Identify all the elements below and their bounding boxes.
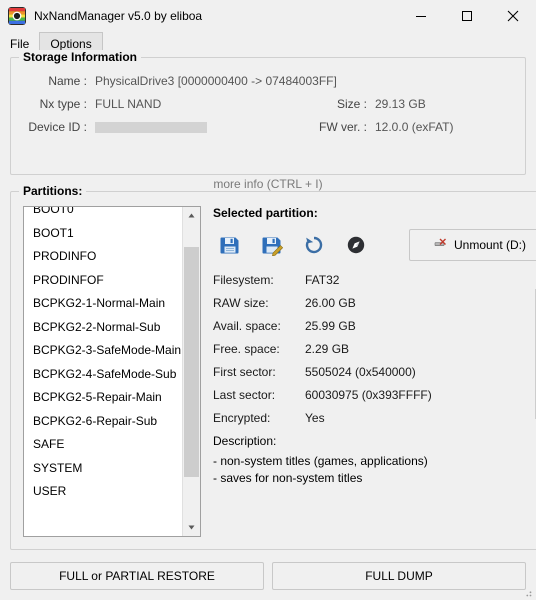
detail-value: 60030975 (0x393FFFF) bbox=[305, 388, 432, 402]
list-item[interactable]: SAFE bbox=[24, 433, 183, 457]
title-bar: NxNandManager v5.0 by eliboa bbox=[0, 0, 536, 32]
storage-size-value: 29.13 GB bbox=[375, 97, 426, 111]
partitions-scrollbar[interactable] bbox=[182, 207, 200, 536]
list-item[interactable]: BCPKG2-2-Normal-Sub bbox=[24, 316, 183, 340]
scroll-up-icon[interactable] bbox=[183, 207, 200, 224]
partitions-title: Partitions: bbox=[19, 184, 87, 198]
app-window: NxNandManager v5.0 by eliboa File Option… bbox=[0, 0, 536, 600]
storage-deviceid-row: Device ID : FW ver. : 12.0.0 (exFAT) bbox=[23, 120, 513, 134]
partitions-scroll-thumb[interactable] bbox=[184, 247, 199, 477]
unmount-label: Unmount (D:) bbox=[453, 238, 527, 252]
window-title: NxNandManager v5.0 by eliboa bbox=[34, 9, 203, 23]
unmount-icon bbox=[434, 237, 448, 254]
list-item[interactable]: PRODINFO bbox=[24, 245, 183, 269]
full-dump-button[interactable]: FULL DUMP bbox=[272, 562, 526, 590]
detail-row-first-sector: First sector: 5505024 (0x540000) bbox=[213, 365, 534, 379]
detail-row-raw-size: RAW size: 26.00 GB bbox=[213, 296, 534, 310]
storage-nxtype-value: FULL NAND bbox=[95, 97, 162, 111]
list-item[interactable]: BCPKG2-6-Repair-Sub bbox=[24, 410, 183, 434]
partition-details-scrollarea: Filesystem: FAT32 RAW size: 26.00 GB Ava… bbox=[213, 271, 534, 537]
storage-deviceid-label: Device ID : bbox=[28, 120, 87, 134]
detail-label: Free. space: bbox=[213, 342, 280, 356]
list-item[interactable]: PRODINFOF bbox=[24, 269, 183, 293]
detail-label: Avail. space: bbox=[213, 319, 281, 333]
partition-details: Filesystem: FAT32 RAW size: 26.00 GB Ava… bbox=[213, 271, 536, 537]
save-as-icon[interactable] bbox=[255, 229, 289, 261]
description-line: - non-system titles (games, applications… bbox=[213, 454, 428, 468]
app-icon bbox=[8, 7, 26, 25]
detail-label: RAW size: bbox=[213, 296, 269, 310]
list-item[interactable]: BCPKG2-3-SafeMode-Main bbox=[24, 339, 183, 363]
storage-fields: Name : PhysicalDrive3 [0000000400 -> 074… bbox=[11, 58, 525, 134]
detail-label: Encrypted: bbox=[213, 411, 271, 425]
detail-label: First sector: bbox=[213, 365, 276, 379]
bottom-actions: FULL or PARTIAL RESTORE FULL DUMP bbox=[10, 562, 526, 590]
partitions-group: Partitions: BOOT0 BOOT1 PRODINFO PRODINF… bbox=[10, 184, 536, 550]
storage-nxtype-row: Nx type : FULL NAND Size : 29.13 GB bbox=[23, 97, 513, 111]
detail-value: 5505024 (0x540000) bbox=[305, 365, 416, 379]
scroll-down-icon[interactable] bbox=[183, 519, 200, 536]
storage-fwver-label: FW ver. : bbox=[319, 120, 367, 134]
list-item[interactable]: BCPKG2-4-SafeMode-Sub bbox=[24, 363, 183, 387]
detail-row-filesystem: Filesystem: FAT32 bbox=[213, 273, 534, 287]
storage-fwver-value: 12.0.0 (exFAT) bbox=[375, 120, 454, 134]
detail-label: Last sector: bbox=[213, 388, 276, 402]
main-content: Storage Information Name : PhysicalDrive… bbox=[0, 50, 536, 600]
storage-name-value: PhysicalDrive3 [0000000400 -> 07484003FF… bbox=[95, 74, 337, 88]
detail-label: Filesystem: bbox=[213, 273, 274, 287]
list-item[interactable]: BOOT0 bbox=[24, 207, 183, 222]
maximize-button[interactable] bbox=[444, 0, 490, 32]
window-controls bbox=[398, 0, 536, 32]
unmount-button[interactable]: Unmount (D:) bbox=[409, 229, 536, 261]
list-item[interactable]: BCPKG2-1-Normal-Main bbox=[24, 292, 183, 316]
detail-value: 2.29 GB bbox=[305, 342, 350, 356]
description-label: Description: bbox=[213, 434, 277, 448]
detail-row-avail-space: Avail. space: 25.99 GB bbox=[213, 319, 534, 333]
partitions-listbox[interactable]: BOOT0 BOOT1 PRODINFO PRODINFOF BCPKG2-1-… bbox=[23, 206, 201, 537]
full-or-partial-restore-button[interactable]: FULL or PARTIAL RESTORE bbox=[10, 562, 264, 590]
partitions-body: BOOT0 BOOT1 PRODINFO PRODINFOF BCPKG2-1-… bbox=[11, 192, 536, 549]
save-icon[interactable] bbox=[213, 229, 247, 261]
selected-partition-title: Selected partition: bbox=[213, 206, 318, 220]
description-line: - saves for non-system titles bbox=[213, 471, 363, 485]
storage-information-group: Storage Information Name : PhysicalDrive… bbox=[10, 50, 526, 175]
detail-value: 26.00 GB bbox=[305, 296, 356, 310]
list-item[interactable]: SYSTEM bbox=[24, 457, 183, 481]
detail-value: FAT32 bbox=[305, 273, 340, 287]
storage-information-title: Storage Information bbox=[19, 50, 142, 64]
restore-icon[interactable] bbox=[297, 229, 331, 261]
more-info-hint: more info (CTRL + I) bbox=[213, 177, 323, 191]
redacted-device-id bbox=[95, 122, 207, 134]
storage-name-row: Name : PhysicalDrive3 [0000000400 -> 074… bbox=[23, 74, 513, 88]
explore-icon[interactable] bbox=[339, 229, 373, 261]
storage-deviceid-value bbox=[95, 120, 295, 134]
list-item[interactable]: BCPKG2-5-Repair-Main bbox=[24, 386, 183, 410]
detail-row-encrypted: Encrypted: Yes bbox=[213, 411, 534, 425]
selected-partition-panel: Selected partition: Unmount (D:) Filesys… bbox=[213, 206, 536, 537]
detail-value: 25.99 GB bbox=[305, 319, 356, 333]
list-item[interactable]: BOOT1 bbox=[24, 222, 183, 246]
list-item[interactable]: USER bbox=[24, 480, 183, 504]
storage-nxtype-label: Nx type : bbox=[39, 97, 87, 111]
partition-toolbar: Unmount (D:) bbox=[213, 229, 536, 261]
resize-grip[interactable] bbox=[521, 586, 533, 598]
detail-value: Yes bbox=[305, 411, 325, 425]
detail-row-last-sector: Last sector: 60030975 (0x393FFFF) bbox=[213, 388, 534, 402]
close-button[interactable] bbox=[490, 0, 536, 32]
storage-name-label: Name : bbox=[48, 74, 87, 88]
partitions-list-scrollarea: BOOT0 BOOT1 PRODINFO PRODINFOF BCPKG2-1-… bbox=[24, 207, 183, 536]
minimize-button[interactable] bbox=[398, 0, 444, 32]
detail-row-free-space: Free. space: 2.29 GB bbox=[213, 342, 534, 356]
storage-size-label: Size : bbox=[336, 97, 367, 111]
